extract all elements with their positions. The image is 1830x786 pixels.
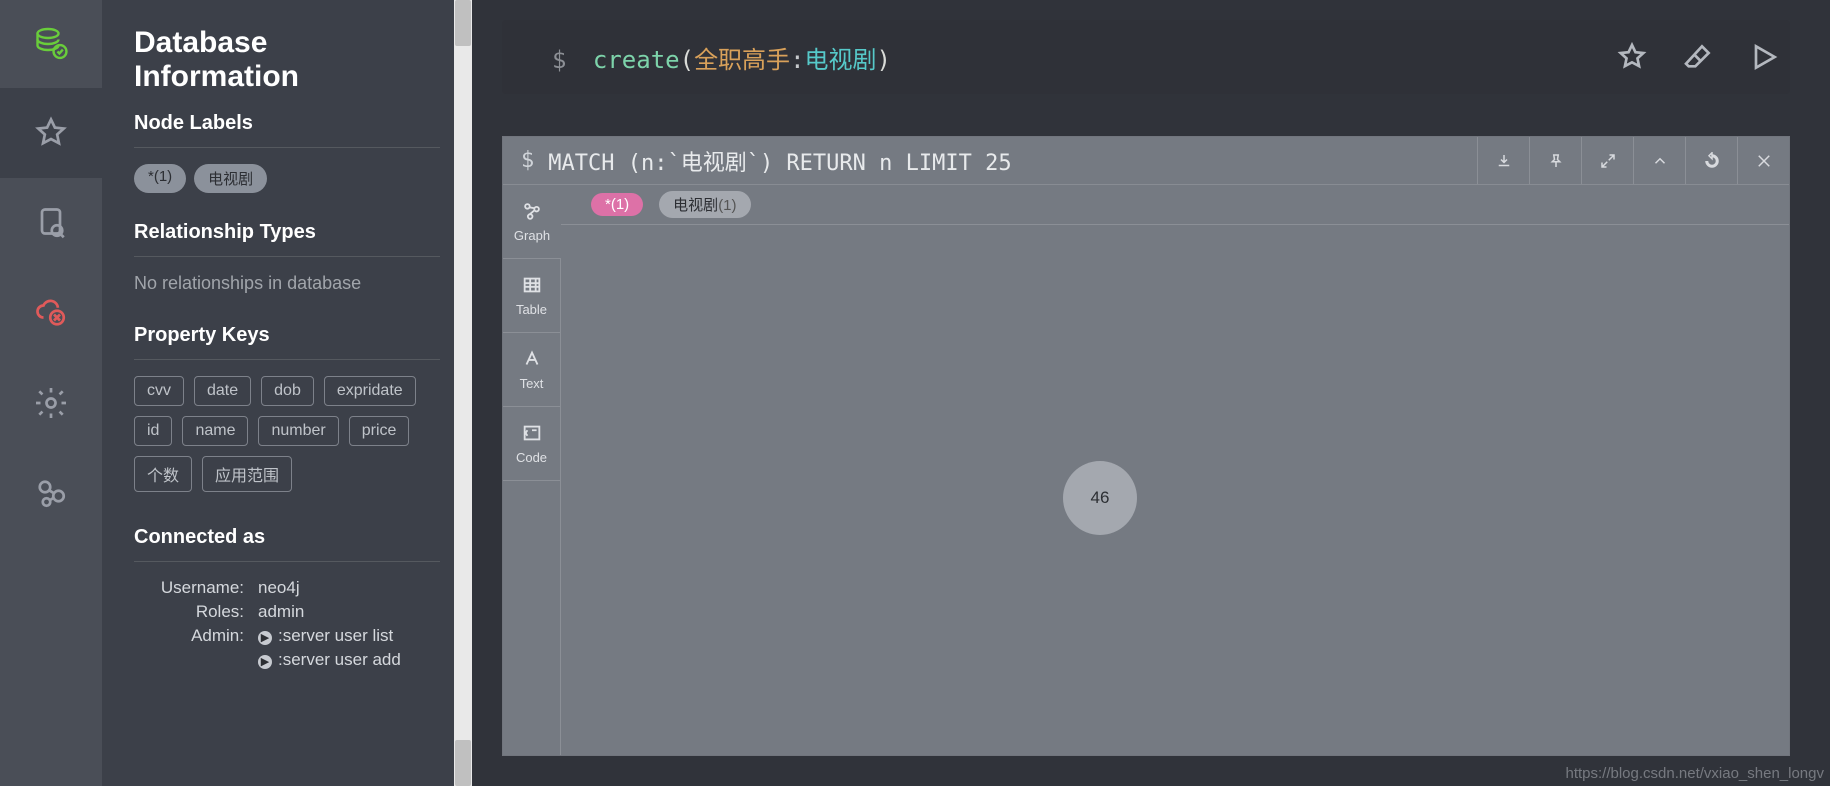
result-frame: $ MATCH (n:`电视剧`) RETURN n LIMIT 25 Grap…: [502, 136, 1790, 756]
admin-label: Admin:: [134, 626, 244, 646]
editor-input[interactable]: $ create(全职高手:电视剧): [502, 40, 1614, 75]
heading-property-keys: Property Keys: [134, 324, 440, 347]
drawer-scrollbar[interactable]: [454, 0, 472, 786]
viewtab-table[interactable]: Table: [503, 259, 561, 333]
drawer-title: Database Information: [134, 26, 440, 94]
property-key[interactable]: dob: [261, 376, 314, 406]
pin-icon[interactable]: [1529, 137, 1581, 184]
property-keys-list: cvv date dob expridate id name number pr…: [134, 376, 440, 492]
play-icon[interactable]: [1746, 39, 1782, 75]
chip-all-nodes[interactable]: *(1): [134, 164, 186, 193]
nav-favorites[interactable]: [0, 88, 102, 178]
connected-as-block: Username:neo4j Roles:admin Admin::server…: [134, 578, 440, 670]
admin-cmd-user-list[interactable]: :server user list: [258, 626, 393, 646]
property-key[interactable]: id: [134, 416, 172, 446]
username-label: Username:: [134, 578, 244, 598]
heading-connected-as: Connected as: [134, 526, 440, 549]
favorite-icon[interactable]: [1614, 39, 1650, 75]
collapse-up-icon[interactable]: [1633, 137, 1685, 184]
username-value: neo4j: [258, 578, 300, 598]
property-key[interactable]: expridate: [324, 376, 416, 406]
rerun-icon[interactable]: [1685, 137, 1737, 184]
node-labels-list: *(1) 电视剧: [134, 164, 440, 193]
roles-label: Roles:: [134, 602, 244, 622]
legend-label[interactable]: 电视剧(1): [659, 191, 750, 218]
nav-documents[interactable]: [0, 178, 102, 268]
watermark: https://blog.csdn.net/vxiao_shen_longv: [1565, 765, 1824, 782]
no-relationships-message: No relationships in database: [134, 273, 440, 294]
viewtab-graph[interactable]: Graph: [503, 185, 561, 259]
main-panel: $ create(全职高手:电视剧) $ MATCH (n:`电视剧`) RET…: [472, 0, 1830, 786]
close-icon[interactable]: [1737, 137, 1789, 184]
database-status-icon[interactable]: [0, 0, 102, 88]
property-key[interactable]: name: [182, 416, 248, 446]
admin-cmd-user-add[interactable]: :server user add: [258, 650, 401, 670]
executed-query: $ MATCH (n:`电视剧`) RETURN n LIMIT 25: [503, 137, 1477, 184]
editor-bar: $ create(全职高手:电视剧): [502, 20, 1790, 94]
nav-cloud-failed[interactable]: [0, 268, 102, 358]
legend-all[interactable]: *(1): [591, 193, 643, 216]
expand-icon[interactable]: [1581, 137, 1633, 184]
property-key[interactable]: 个数: [134, 456, 192, 492]
nav-settings[interactable]: [0, 358, 102, 448]
property-key[interactable]: 应用范围: [202, 456, 292, 492]
result-header: $ MATCH (n:`电视剧`) RETURN n LIMIT 25: [503, 137, 1789, 185]
nav-about[interactable]: [0, 448, 102, 538]
graph-node[interactable]: 46: [1063, 461, 1137, 535]
graph-legend: *(1) 电视剧(1): [561, 185, 1789, 225]
property-key[interactable]: date: [194, 376, 251, 406]
roles-value: admin: [258, 602, 304, 622]
chip-label[interactable]: 电视剧: [194, 164, 267, 193]
download-icon[interactable]: [1477, 137, 1529, 184]
property-key[interactable]: price: [349, 416, 410, 446]
property-key[interactable]: number: [258, 416, 338, 446]
view-tabs: Graph Table Text Code: [503, 185, 561, 755]
graph-canvas[interactable]: 46: [561, 225, 1789, 755]
sidebar-drawer: Database Information Node Labels *(1) 电视…: [102, 0, 472, 786]
property-key[interactable]: cvv: [134, 376, 184, 406]
heading-node-labels: Node Labels: [134, 112, 440, 135]
left-rail: [0, 0, 102, 786]
viewtab-code[interactable]: Code: [503, 407, 561, 481]
viewtab-text[interactable]: Text: [503, 333, 561, 407]
eraser-icon[interactable]: [1680, 39, 1716, 75]
heading-relationship-types: Relationship Types: [134, 221, 440, 244]
